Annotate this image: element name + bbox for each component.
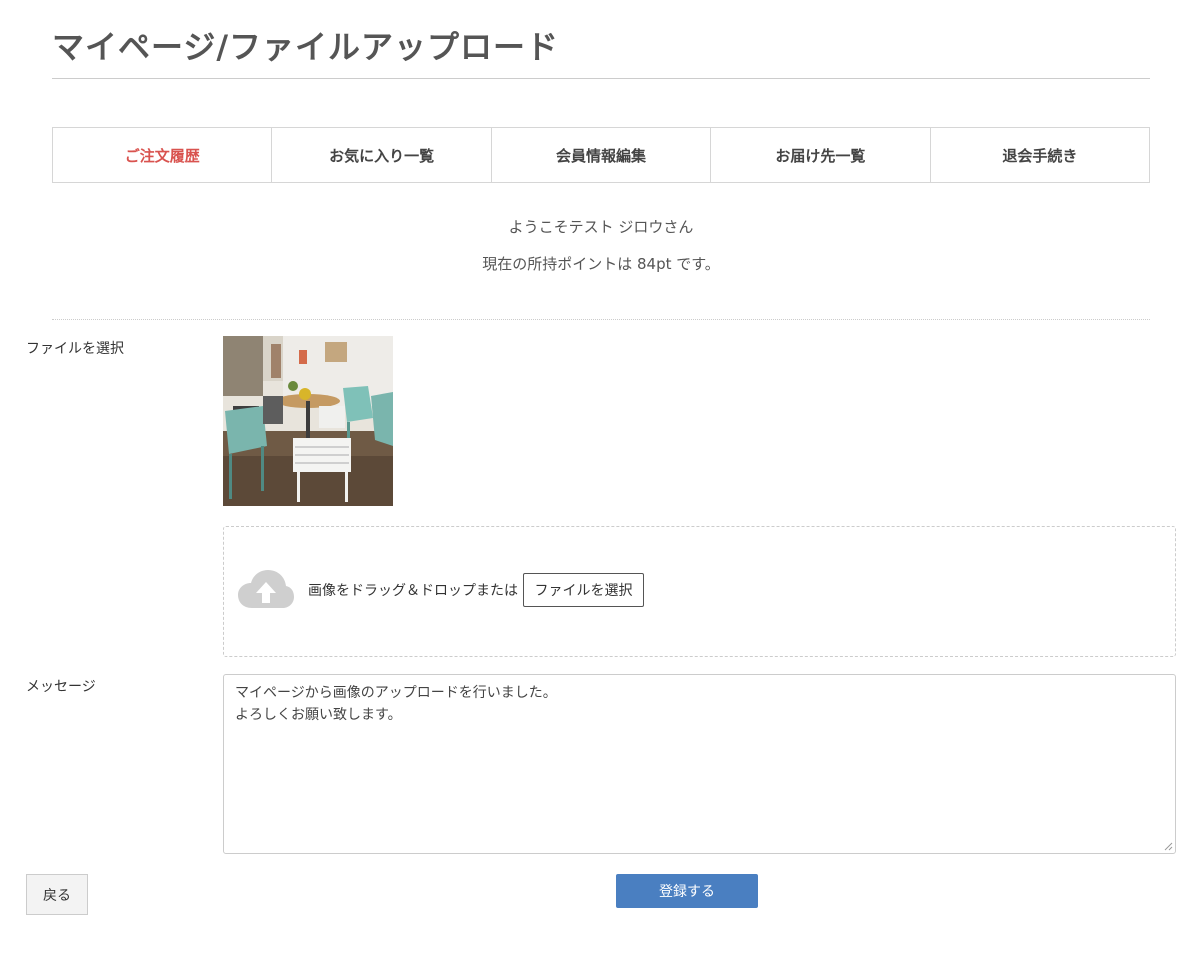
back-button[interactable]: 戻る (26, 874, 88, 915)
tab-order-history[interactable]: ご注文履歴 (53, 128, 271, 182)
tab-favorites[interactable]: お気に入り一覧 (271, 128, 490, 182)
message-label: メッセージ (26, 679, 96, 695)
dropzone-instruction: 画像をドラッグ＆ドロップまたは (308, 583, 518, 599)
cloud-upload-icon (238, 570, 294, 608)
tab-delivery-addresses[interactable]: お届け先一覧 (710, 128, 929, 182)
resize-grip-icon[interactable] (1164, 842, 1173, 851)
title-divider (52, 78, 1150, 79)
submit-button[interactable]: 登録する (616, 874, 758, 908)
file-select-label: ファイルを選択 (26, 341, 124, 357)
points-status: 現在の所持ポイントは 84pt です。 (482, 255, 720, 273)
message-textarea[interactable]: マイページから画像のアップロードを行いました。 よろしくお願い致します。 (223, 674, 1176, 854)
choose-file-button[interactable]: ファイルを選択 (523, 573, 644, 607)
uploaded-image-thumbnail[interactable] (223, 336, 393, 506)
page-title: マイページ/ファイルアップロード (52, 28, 560, 66)
image-dropzone[interactable]: 画像をドラッグ＆ドロップまたは ファイルを選択 (223, 526, 1176, 657)
mypage-tabs: ご注文履歴 お気に入り一覧 会員情報編集 お届け先一覧 退会手続き (52, 127, 1150, 183)
tab-withdrawal[interactable]: 退会手続き (929, 128, 1149, 182)
tab-member-info[interactable]: 会員情報編集 (490, 128, 710, 182)
welcome-greeting: ようこそテスト ジロウさん (508, 218, 694, 236)
section-divider (52, 319, 1150, 320)
